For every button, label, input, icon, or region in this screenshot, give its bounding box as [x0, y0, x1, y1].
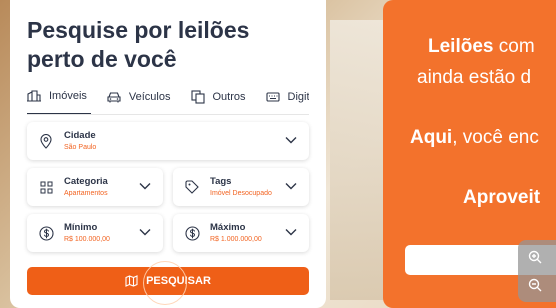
zoom-in-icon	[528, 250, 542, 264]
background-shelf	[330, 20, 390, 300]
promo-rest-1: com	[493, 36, 535, 57]
min-price-value: R$ 100.000,00	[64, 235, 110, 243]
promo-line-2: ainda estão d	[417, 67, 532, 88]
map-icon	[125, 275, 138, 287]
tab-digite[interactable]: Digite	[265, 88, 309, 114]
chevron-down-icon	[285, 137, 297, 144]
min-price-label: Mínimo	[64, 221, 98, 233]
category-tabs: Imóveis Veículos Outros Digite	[27, 88, 309, 115]
copy-icon	[190, 90, 205, 104]
zoom-in-button[interactable]	[524, 246, 546, 268]
promo-bold-1: Leilões	[428, 36, 494, 57]
zoom-out-icon	[528, 278, 542, 292]
tab-label: Veículos	[128, 91, 171, 103]
promo-line-4: Aproveit	[463, 187, 541, 208]
tag-icon	[182, 180, 202, 194]
chevron-down-icon	[285, 229, 297, 236]
category-label: Categoria	[64, 175, 108, 187]
chevron-down-icon	[139, 229, 151, 236]
category-field[interactable]: Categoria Apartamentos	[27, 168, 163, 206]
grid-icon	[36, 181, 56, 194]
promo-bold-3: Aqui	[410, 127, 453, 148]
building-icon	[27, 90, 41, 102]
zoom-controls	[518, 240, 556, 302]
tags-value: Imóvel Desocupado	[210, 189, 272, 197]
keyboard-icon	[265, 92, 280, 102]
dollar-circle-icon	[182, 225, 202, 241]
city-field[interactable]: Cidade São Paulo	[27, 122, 309, 160]
tags-label: Tags	[210, 175, 232, 187]
tab-label: Digite	[287, 91, 309, 103]
dollar-circle-icon	[36, 225, 56, 241]
location-pin-icon	[36, 133, 56, 149]
category-value: Apartamentos	[64, 189, 108, 197]
search-button[interactable]: PESQUISAR	[27, 267, 309, 295]
tags-field[interactable]: Tags Imóvel Desocupado	[173, 168, 309, 206]
promo-rest-3: , você enc	[452, 127, 539, 148]
car-icon	[107, 92, 121, 103]
tab-veiculos[interactable]: Veículos	[107, 88, 175, 114]
search-button-label: PESQUISAR	[146, 275, 211, 287]
tab-label: Outros	[212, 91, 246, 103]
chevron-down-icon	[285, 183, 297, 190]
promo-line-3: Aqui, você enc	[410, 127, 539, 149]
chevron-down-icon	[139, 183, 151, 190]
search-card: Pesquise por leilões perto de você Imóve…	[10, 0, 326, 308]
page-title: Pesquise por leilões perto de você	[27, 17, 250, 72]
min-price-field[interactable]: Mínimo R$ 100.000,00	[27, 214, 163, 252]
zoom-out-button[interactable]	[524, 274, 546, 296]
max-price-value: R$ 1.000.000,00	[210, 235, 262, 243]
tab-outros[interactable]: Outros	[190, 88, 250, 114]
max-price-field[interactable]: Máximo R$ 1.000.000,00	[173, 214, 309, 252]
city-value: São Paulo	[64, 143, 97, 151]
promo-line-1: Leilões com	[428, 36, 535, 58]
tab-imoveis[interactable]: Imóveis	[27, 88, 91, 114]
city-label: Cidade	[64, 129, 96, 141]
max-price-label: Máximo	[210, 221, 246, 233]
tab-label: Imóveis	[49, 90, 87, 102]
